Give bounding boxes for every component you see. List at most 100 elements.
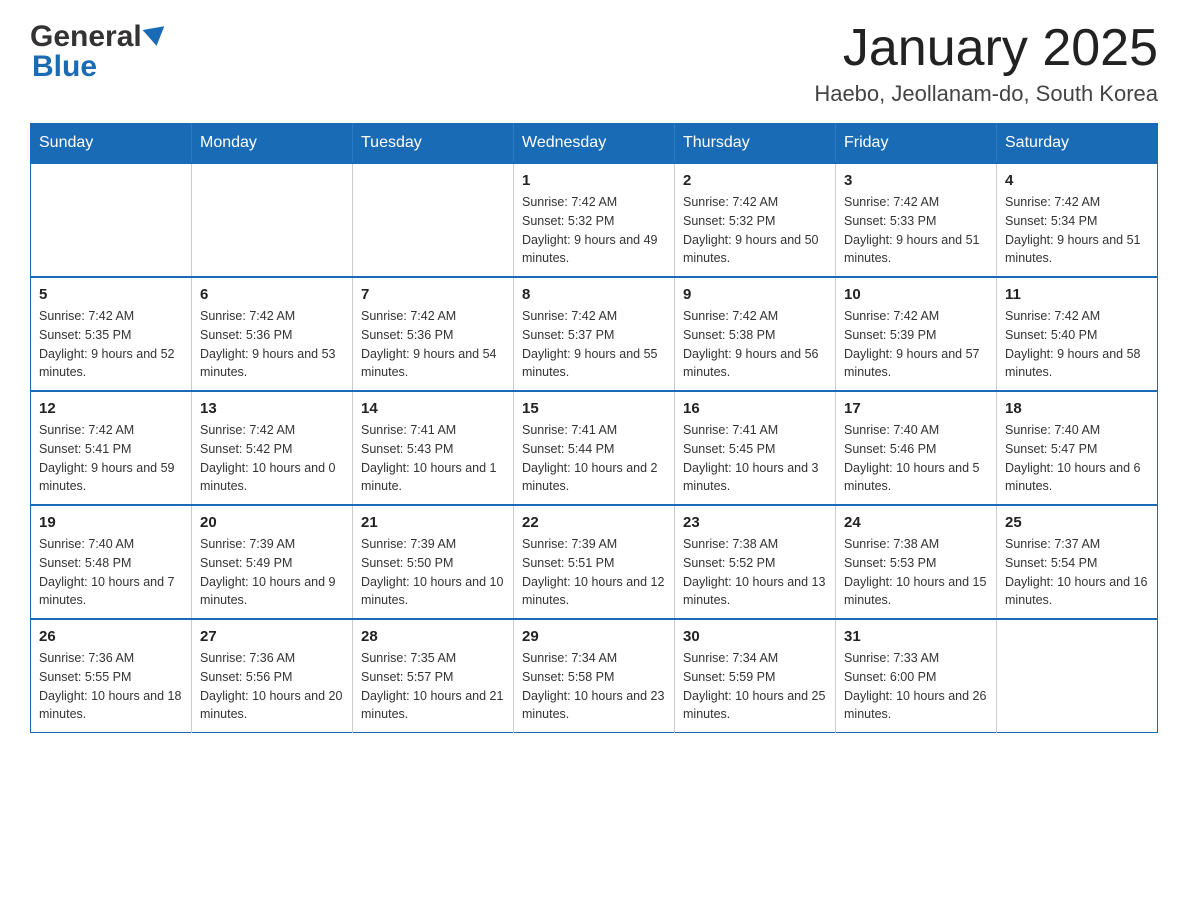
weekday-header-tuesday: Tuesday	[353, 124, 514, 164]
day-info: Sunrise: 7:34 AMSunset: 5:58 PMDaylight:…	[522, 649, 666, 724]
day-info: Sunrise: 7:42 AMSunset: 5:32 PMDaylight:…	[683, 193, 827, 268]
calendar-day-cell: 17 Sunrise: 7:40 AMSunset: 5:46 PMDayligh…	[836, 391, 997, 505]
calendar-day-cell: 3 Sunrise: 7:42 AMSunset: 5:33 PMDaylight…	[836, 163, 997, 277]
day-number: 22	[522, 514, 666, 531]
calendar-day-cell: 31 Sunrise: 7:33 AMSunset: 6:00 PMDayligh…	[836, 619, 997, 733]
calendar-day-cell: 13 Sunrise: 7:42 AMSunset: 5:42 PMDayligh…	[192, 391, 353, 505]
calendar-day-cell: 24Sunrise: 7:38 AMSunset: 5:53 PMDayligh…	[836, 505, 997, 619]
day-number: 7	[361, 286, 505, 303]
weekday-header-monday: Monday	[192, 124, 353, 164]
weekday-header-sunday: Sunday	[31, 124, 192, 164]
day-info: Sunrise: 7:42 AMSunset: 5:34 PMDaylight:…	[1005, 193, 1149, 268]
calendar-day-cell: 16 Sunrise: 7:41 AMSunset: 5:45 PMDayligh…	[675, 391, 836, 505]
calendar-day-cell: 21 Sunrise: 7:39 AMSunset: 5:50 PMDayligh…	[353, 505, 514, 619]
day-number: 9	[683, 286, 827, 303]
day-number: 18	[1005, 400, 1149, 417]
day-number: 1	[522, 172, 666, 189]
day-info: Sunrise: 7:41 AMSunset: 5:43 PMDaylight:…	[361, 421, 505, 496]
calendar-day-cell: 8Sunrise: 7:42 AMSunset: 5:37 PMDaylight…	[514, 277, 675, 391]
calendar-day-cell: 20Sunrise: 7:39 AMSunset: 5:49 PMDayligh…	[192, 505, 353, 619]
day-info: Sunrise: 7:42 AMSunset: 5:37 PMDaylight:…	[522, 307, 666, 382]
calendar-day-cell: 12Sunrise: 7:42 AMSunset: 5:41 PMDayligh…	[31, 391, 192, 505]
day-number: 29	[522, 628, 666, 645]
day-number: 2	[683, 172, 827, 189]
day-info: Sunrise: 7:40 AMSunset: 5:46 PMDaylight:…	[844, 421, 988, 496]
calendar-day-cell: 19Sunrise: 7:40 AMSunset: 5:48 PMDayligh…	[31, 505, 192, 619]
day-info: Sunrise: 7:42 AMSunset: 5:32 PMDaylight:…	[522, 193, 666, 268]
day-info: Sunrise: 7:40 AMSunset: 5:47 PMDaylight:…	[1005, 421, 1149, 496]
day-number: 16	[683, 400, 827, 417]
calendar-day-cell: 18 Sunrise: 7:40 AMSunset: 5:47 PMDayligh…	[997, 391, 1158, 505]
day-number: 4	[1005, 172, 1149, 189]
calendar-day-cell: 25 Sunrise: 7:37 AMSunset: 5:54 PMDayligh…	[997, 505, 1158, 619]
day-info: Sunrise: 7:41 AMSunset: 5:45 PMDaylight:…	[683, 421, 827, 496]
day-info: Sunrise: 7:37 AMSunset: 5:54 PMDaylight:…	[1005, 535, 1149, 610]
day-number: 25	[1005, 514, 1149, 531]
calendar-day-cell: 6 Sunrise: 7:42 AMSunset: 5:36 PMDaylight…	[192, 277, 353, 391]
day-number: 17	[844, 400, 988, 417]
day-number: 21	[361, 514, 505, 531]
calendar-header: SundayMondayTuesdayWednesdayThursdayFrid…	[31, 124, 1158, 164]
day-info: Sunrise: 7:42 AMSunset: 5:33 PMDaylight:…	[844, 193, 988, 268]
day-number: 14	[361, 400, 505, 417]
calendar-day-cell: 29 Sunrise: 7:34 AMSunset: 5:58 PMDayligh…	[514, 619, 675, 733]
day-number: 30	[683, 628, 827, 645]
day-number: 24	[844, 514, 988, 531]
day-info: Sunrise: 7:38 AMSunset: 5:52 PMDaylight:…	[683, 535, 827, 610]
calendar-day-cell: 1 Sunrise: 7:42 AMSunset: 5:32 PMDaylight…	[514, 163, 675, 277]
calendar-day-cell: 5Sunrise: 7:42 AMSunset: 5:35 PMDaylight…	[31, 277, 192, 391]
calendar-day-cell	[31, 163, 192, 277]
day-info: Sunrise: 7:39 AMSunset: 5:50 PMDaylight:…	[361, 535, 505, 610]
day-number: 31	[844, 628, 988, 645]
calendar-day-cell: 27Sunrise: 7:36 AMSunset: 5:56 PMDayligh…	[192, 619, 353, 733]
location-subtitle: Haebo, Jeollanam-do, South Korea	[814, 81, 1158, 107]
day-number: 10	[844, 286, 988, 303]
calendar-body: 1 Sunrise: 7:42 AMSunset: 5:32 PMDaylight…	[31, 163, 1158, 733]
calendar-day-cell: 9Sunrise: 7:42 AMSunset: 5:38 PMDaylight…	[675, 277, 836, 391]
calendar-day-cell: 15 Sunrise: 7:41 AMSunset: 5:44 PMDayligh…	[514, 391, 675, 505]
day-number: 13	[200, 400, 344, 417]
calendar-table: SundayMondayTuesdayWednesdayThursdayFrid…	[30, 123, 1158, 733]
main-title: January 2025	[814, 20, 1158, 77]
calendar-week-2: 5Sunrise: 7:42 AMSunset: 5:35 PMDaylight…	[31, 277, 1158, 391]
day-number: 23	[683, 514, 827, 531]
calendar-day-cell: 10 Sunrise: 7:42 AMSunset: 5:39 PMDayligh…	[836, 277, 997, 391]
day-info: Sunrise: 7:42 AMSunset: 5:35 PMDaylight:…	[39, 307, 183, 382]
calendar-week-3: 12Sunrise: 7:42 AMSunset: 5:41 PMDayligh…	[31, 391, 1158, 505]
day-number: 6	[200, 286, 344, 303]
day-info: Sunrise: 7:36 AMSunset: 5:56 PMDaylight:…	[200, 649, 344, 724]
day-number: 3	[844, 172, 988, 189]
day-info: Sunrise: 7:40 AMSunset: 5:48 PMDaylight:…	[39, 535, 183, 610]
calendar-week-4: 19Sunrise: 7:40 AMSunset: 5:48 PMDayligh…	[31, 505, 1158, 619]
weekday-header-row: SundayMondayTuesdayWednesdayThursdayFrid…	[31, 124, 1158, 164]
calendar-day-cell: 30 Sunrise: 7:34 AMSunset: 5:59 PMDayligh…	[675, 619, 836, 733]
calendar-day-cell: 28 Sunrise: 7:35 AMSunset: 5:57 PMDayligh…	[353, 619, 514, 733]
day-number: 28	[361, 628, 505, 645]
calendar-day-cell: 11Sunrise: 7:42 AMSunset: 5:40 PMDayligh…	[997, 277, 1158, 391]
day-info: Sunrise: 7:42 AMSunset: 5:41 PMDaylight:…	[39, 421, 183, 496]
day-number: 20	[200, 514, 344, 531]
day-info: Sunrise: 7:35 AMSunset: 5:57 PMDaylight:…	[361, 649, 505, 724]
day-info: Sunrise: 7:39 AMSunset: 5:51 PMDaylight:…	[522, 535, 666, 610]
calendar-title-area: January 2025 Haebo, Jeollanam-do, South …	[814, 20, 1158, 107]
calendar-day-cell	[192, 163, 353, 277]
day-info: Sunrise: 7:42 AMSunset: 5:39 PMDaylight:…	[844, 307, 988, 382]
day-info: Sunrise: 7:42 AMSunset: 5:36 PMDaylight:…	[200, 307, 344, 382]
day-number: 26	[39, 628, 183, 645]
weekday-header-wednesday: Wednesday	[514, 124, 675, 164]
calendar-day-cell: 23 Sunrise: 7:38 AMSunset: 5:52 PMDayligh…	[675, 505, 836, 619]
weekday-header-thursday: Thursday	[675, 124, 836, 164]
day-info: Sunrise: 7:41 AMSunset: 5:44 PMDaylight:…	[522, 421, 666, 496]
day-info: Sunrise: 7:33 AMSunset: 6:00 PMDaylight:…	[844, 649, 988, 724]
calendar-day-cell: 4 Sunrise: 7:42 AMSunset: 5:34 PMDaylight…	[997, 163, 1158, 277]
day-info: Sunrise: 7:42 AMSunset: 5:36 PMDaylight:…	[361, 307, 505, 382]
day-info: Sunrise: 7:34 AMSunset: 5:59 PMDaylight:…	[683, 649, 827, 724]
calendar-day-cell	[997, 619, 1158, 733]
calendar-day-cell: 2 Sunrise: 7:42 AMSunset: 5:32 PMDaylight…	[675, 163, 836, 277]
day-info: Sunrise: 7:42 AMSunset: 5:42 PMDaylight:…	[200, 421, 344, 496]
calendar-day-cell	[353, 163, 514, 277]
day-number: 15	[522, 400, 666, 417]
weekday-header-friday: Friday	[836, 124, 997, 164]
calendar-day-cell: 22 Sunrise: 7:39 AMSunset: 5:51 PMDayligh…	[514, 505, 675, 619]
day-info: Sunrise: 7:42 AMSunset: 5:40 PMDaylight:…	[1005, 307, 1149, 382]
